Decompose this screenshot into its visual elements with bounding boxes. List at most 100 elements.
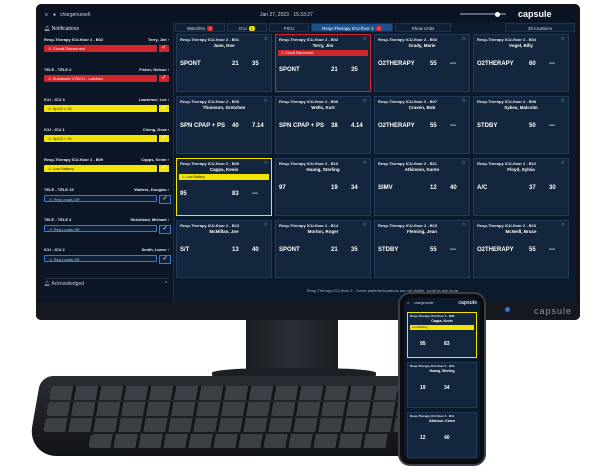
alarm-pill[interactable]: ⚠ Reg Leads Off [44,195,157,202]
mode-value: O2THERAPY [477,247,514,253]
vital-value-1: 40 [232,123,239,129]
patient-card[interactable]: Resp-Therapy ICU-floor 2 - B12 ☆ Floyd, Sy… [473,158,569,216]
star-icon[interactable]: ☆ [264,98,268,104]
acknowledged-section[interactable]: 🔔︎ Acknowledged ^ [44,278,169,289]
alarm-pill[interactable]: ⚠ Low Battery [44,165,157,172]
patient-card[interactable]: Resp-Therapy ICU-floor 2 - B09 ☆ Capps, Ke… [176,158,272,216]
notification-item[interactable]: ICU - ICU 1 Cheng, Dora › ⚠ SpO2 < 91 ✓ [42,126,171,146]
acknowledge-check-icon[interactable]: ✓ [159,45,169,52]
chevron-right-icon: › [166,97,169,102]
star-icon[interactable]: ☆ [462,222,466,228]
star-icon[interactable]: ☆ [462,36,466,42]
menu-icon[interactable]: ≡ [45,12,48,18]
acknowledge-check-icon[interactable]: ✓ [159,75,169,82]
phone-patient-card[interactable]: Resp-Therapy ICU-floor 2 - B09 Capps, Kev… [407,312,477,358]
datetime: Jan 27, 2023 · 15:33:27 [260,12,313,18]
phone-patient-card[interactable]: Resp-Therapy ICU-floor 2 - B10 Huang, Ste… [407,362,477,408]
star-icon[interactable]: ☆ [363,222,367,228]
star-icon[interactable]: ☆ [363,160,367,166]
notifications-sidebar: 🔔︎ Notifications 🔔︎ Acknowledged ^ Resp-… [40,22,174,302]
patient-card[interactable]: Resp-Therapy ICU-floor 2 - B05 ☆ Thomson, … [176,96,272,154]
mode-value: STDBY [378,247,399,253]
star-icon[interactable]: ☆ [363,36,367,42]
tab-1[interactable]: ICU 1 [227,23,267,32]
patient-name: Terry, Jim [148,37,167,42]
tab-5[interactable]: 20 locations [505,23,575,32]
star-icon[interactable]: ☆ [561,36,565,42]
monitor-chin: capsule [36,302,580,320]
star-icon[interactable]: ☆ [462,160,466,166]
patient-card[interactable]: Resp-Therapy ICU-floor 2 - B03 ☆ Grady, Ma… [374,34,470,92]
acknowledge-check-icon[interactable]: ✓ [159,165,169,172]
monitor-brand-logo: capsule [533,306,572,316]
patient-name: Capps, Kevin [431,319,453,323]
patient-card[interactable]: Resp-Therapy ICU-floor 2 - B08 ☆ Sykes, Ma… [473,96,569,154]
acknowledge-check-icon[interactable]: ✓ [159,105,169,112]
phone-user[interactable]: chargenurse [414,301,433,305]
star-icon[interactable]: ☆ [264,36,268,42]
notification-item[interactable]: TELE - TELE 15 Walters, Douglas › ⚠ Reg Le… [42,186,171,206]
patient-card[interactable]: Resp-Therapy ICU-floor 2 - B02 ☆ Terry, Ji… [275,34,371,92]
star-icon[interactable]: ☆ [264,160,268,166]
star-icon[interactable]: ☆ [561,222,565,228]
star-icon[interactable]: ☆ [264,222,268,228]
tab-2[interactable]: PICU [269,23,309,32]
capsule-logo: capsule [458,300,477,306]
card-alarm[interactable]: ⚠ Circuit Disconnect [278,50,368,56]
acknowledge-check-icon[interactable]: ✓ [159,135,169,142]
notification-item[interactable]: ICU - ICU 3 Lawrence, Lee › ⚠ SpO2 < 91 ✓ [42,96,171,116]
patient-card[interactable]: Resp-Therapy ICU-floor 2 - B16 ☆ McNeill, … [473,220,569,278]
acknowledge-check-icon[interactable]: ✓ [159,225,171,234]
card-alarm[interactable]: ⚠ Low Battery [179,174,269,180]
patient-card[interactable]: Resp-Therapy ICU-floor 2 - B04 ☆ Vogel, Bi… [473,34,569,92]
notification-location: Resp-Therapy ICU-floor 2 - B09 [44,157,104,162]
card-location: Resp-Therapy ICU-floor 2 - B16 [477,223,537,228]
slider-handle[interactable] [495,12,500,17]
notification-header: ICU - ICU 3 Lawrence, Lee › [44,97,169,104]
vital-value-2: 7.14 [252,123,264,129]
notification-item[interactable]: TELE - TELE 4 Strickland, Michael › ⚠ Reg … [42,216,171,236]
star-icon[interactable]: ☆ [462,98,466,104]
patient-name: Smith, Lance [141,247,167,252]
tab-badge: 2 [375,26,382,31]
tab-4[interactable]: Show Units [395,23,451,32]
star-icon[interactable]: ☆ [561,98,565,104]
user-name[interactable]: chargenurse6 [60,12,91,18]
alarm-pill[interactable]: ⚠ SpO2 < 91 [44,135,157,142]
smartphone: ≡ chargenurse capsule Resp-Therapy ICU-f… [398,292,486,466]
footer-message: Resp-Therapy ICU-floor 2 - Some patients… [306,288,460,293]
phone-patient-card[interactable]: Resp-Therapy ICU-floor 2 - B11 Atkinson, … [407,412,477,458]
acknowledge-check-icon[interactable]: ✓ [159,195,171,204]
patient-card[interactable]: Resp-Therapy ICU-floor 2 - B14 ☆ Morton, R… [275,220,371,278]
star-icon[interactable]: ☆ [561,160,565,166]
notification-item[interactable]: ICU - ICU 2 Smith, Lance › ⚠ Reg Leads Off… [42,246,171,266]
patient-name: Cheng, Dora [142,127,167,132]
vital-value-2: --- [549,123,555,129]
tab-0[interactable]: Watchlist 3 [175,23,225,32]
star-icon[interactable]: ☆ [363,98,367,104]
vital-value-2: --- [549,61,555,67]
notification-item[interactable]: Resp-Therapy ICU-floor 2 - B09 Capps, Kev… [42,156,171,176]
tab-3[interactable]: Resp-Therapy ICU-floor 22 [311,23,393,32]
acknowledge-check-icon[interactable]: ✓ [159,255,171,264]
menu-icon[interactable]: ≡ [407,301,409,305]
alarm-pill[interactable]: ⚠ Sustained VTACH - Latched [44,75,157,82]
patient-card[interactable]: Resp-Therapy ICU-floor 2 - B13 ☆ McMillan,… [176,220,272,278]
alarm-pill[interactable]: ⚠ Reg Leads Off [44,255,157,262]
alarm-pill[interactable]: ⚠ Circuit Disconnect [44,45,157,52]
alarm-pill[interactable]: ⚠ Reg Leads Off [44,225,157,232]
notification-item[interactable]: TELE - TELE 2 Fisher, Nelson › ⚠ Sustained… [42,66,171,86]
patient-name: Huang, Sterling [306,167,340,172]
patient-card[interactable]: Resp-Therapy ICU-floor 2 - B15 ☆ Fleming, … [374,220,470,278]
patient-card[interactable]: Resp-Therapy ICU-floor 2 - B10 ☆ Huang, St… [275,158,371,216]
chevron-up-icon[interactable]: ^ [165,281,167,287]
patient-card[interactable]: Resp-Therapy ICU-floor 2 - B06 ☆ Wells, Ku… [275,96,371,154]
patient-card[interactable]: Resp-Therapy ICU-floor 2 - B07 ☆ Craven, B… [374,96,470,154]
patient-card[interactable]: Resp-Therapy ICU-floor 2 - B11 ☆ Atkinson,… [374,158,470,216]
patient-card[interactable]: Resp-Therapy ICU-floor 2 - B01 ☆ Jane, Doe… [176,34,272,92]
card-alarm[interactable]: Low Battery [410,325,474,330]
card-location: Resp-Therapy ICU-floor 2 - B10 [410,364,455,368]
patient-name: Craven, Bob [408,105,436,110]
alarm-pill[interactable]: ⚠ SpO2 < 91 [44,105,157,112]
notification-item[interactable]: Resp-Therapy ICU-floor 2 - B02 Terry, Jim… [42,36,171,56]
